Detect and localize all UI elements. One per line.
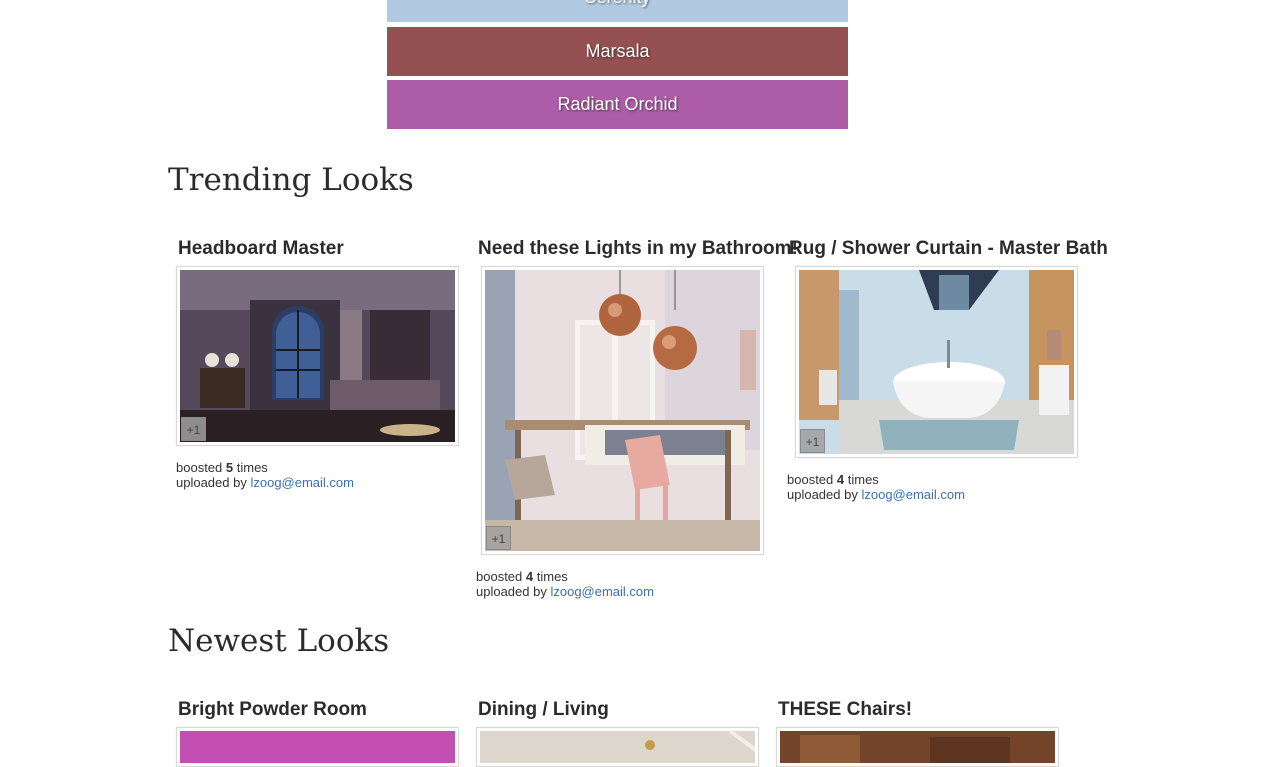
dining-living-photo [480, 731, 755, 763]
look-title[interactable]: THESE Chairs! [778, 699, 912, 721]
boost-count: 4 [525, 569, 534, 584]
swatch-radiant-orchid[interactable]: Radiant Orchid [387, 80, 848, 129]
look-image-these-chairs[interactable] [776, 727, 1059, 767]
boost-button[interactable]: +1 [800, 429, 825, 453]
boost-count: 4 [836, 472, 845, 487]
look-meta: boosted 4 times uploaded by lzoog@email.… [476, 569, 654, 599]
swatch-marsala[interactable]: Marsala [387, 27, 848, 76]
look-image-lights-bathroom[interactable]: +1 [481, 266, 764, 555]
look-title[interactable]: Bright Powder Room [178, 699, 367, 721]
uploader-link[interactable]: lzoog@email.com [861, 487, 965, 502]
look-image-bright-powder-room[interactable] [176, 727, 459, 767]
trending-looks-heading: Trending Looks [168, 162, 414, 198]
look-title[interactable]: Dining / Living [478, 699, 609, 721]
look-image-headboard-master[interactable]: +1 [176, 266, 459, 446]
look-meta: boosted 5 times uploaded by lzoog@email.… [176, 460, 354, 490]
boost-count: 5 [225, 460, 234, 475]
boost-button[interactable]: +1 [486, 526, 511, 550]
chairs-photo [780, 731, 1055, 763]
look-image-rug-shower-curtain[interactable]: +1 [795, 266, 1078, 458]
swatch-serenity[interactable]: Serenity [387, 0, 848, 22]
look-title[interactable]: Headboard Master [178, 238, 344, 260]
newest-looks-heading: Newest Looks [168, 623, 390, 659]
look-title[interactable]: Need these Lights in my Bathroom! [478, 238, 798, 260]
look-title[interactable]: Rug / Shower Curtain - Master Bath [789, 238, 1108, 260]
boost-button[interactable]: +1 [181, 417, 206, 441]
look-image-dining-living[interactable] [476, 727, 759, 767]
dining-lights-photo [485, 270, 760, 551]
uploader-link[interactable]: lzoog@email.com [250, 475, 354, 490]
bathroom-photo [799, 270, 1074, 454]
uploader-link[interactable]: lzoog@email.com [550, 584, 654, 599]
look-meta: boosted 4 times uploaded by lzoog@email.… [787, 472, 965, 502]
bedroom-photo [180, 270, 455, 442]
